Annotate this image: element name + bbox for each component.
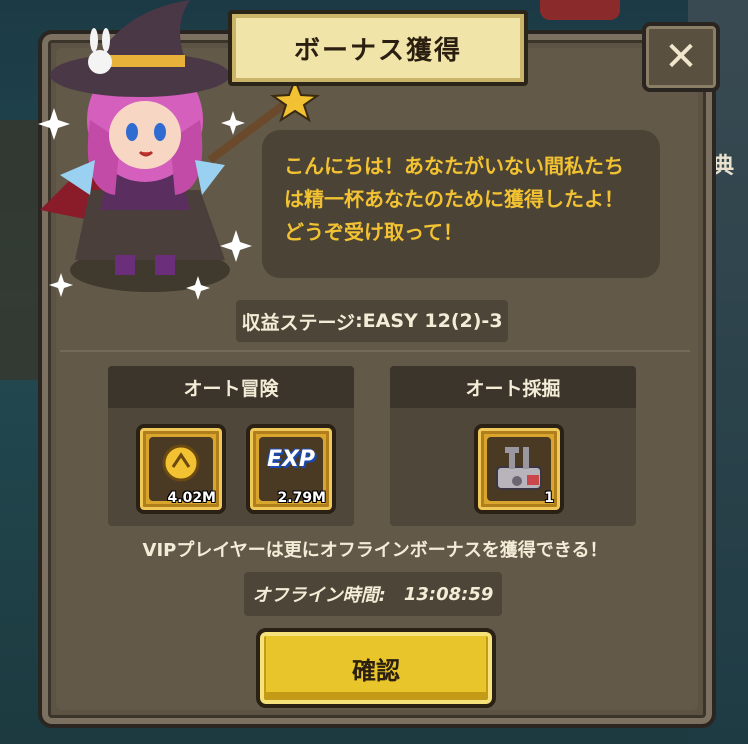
ship-sail bbox=[540, 0, 620, 20]
earning-stage-box: 収益ステージ :EASY 12(2)-3 bbox=[236, 300, 508, 342]
dialog-title: ボーナス獲得 bbox=[228, 10, 528, 86]
close-icon: ✕ bbox=[664, 34, 698, 80]
offline-label: オフライン時間: bbox=[252, 585, 386, 606]
slot-inner bbox=[487, 437, 551, 501]
section-divider bbox=[60, 350, 690, 352]
gold-reward-slot[interactable]: 4.02M bbox=[136, 424, 226, 514]
mining-machine-icon bbox=[496, 447, 542, 490]
confirm-button[interactable]: 確認 bbox=[256, 628, 496, 708]
speech-message: こんにちは！あなたがいない間私たちは精一杯あなたのために獲得したよ！どうぞ受け取… bbox=[284, 154, 624, 244]
close-button[interactable]: ✕ bbox=[642, 22, 720, 92]
auto-mining-header: オート採掘 bbox=[390, 366, 636, 408]
auto-adventure-header: オート冒険 bbox=[108, 366, 354, 408]
stage-value: :EASY 12(2)-3 bbox=[355, 310, 503, 332]
exp-reward-slot[interactable]: EXP 2.79M bbox=[246, 424, 336, 514]
speech-bubble: こんにちは！あなたがいない間私たちは精一杯あなたのために獲得したよ！どうぞ受け取… bbox=[262, 130, 660, 278]
machine-qty: 1 bbox=[544, 490, 554, 506]
exp-qty: 2.79M bbox=[277, 490, 326, 506]
exp-icon: EXP bbox=[259, 447, 323, 472]
vip-note: VIPプレイヤーは更にオフラインボーナスを獲得できる！ bbox=[142, 540, 608, 561]
exp-label: EXP bbox=[266, 447, 316, 472]
mining-machine-reward-slot[interactable]: 1 bbox=[474, 424, 564, 514]
stage-label: 収益ステージ bbox=[241, 311, 356, 334]
offline-time-box: オフライン時間: 13:08:59 bbox=[244, 572, 502, 616]
offline-time-value: 13:08:59 bbox=[403, 583, 494, 605]
gold-qty: 4.02M bbox=[167, 490, 216, 506]
